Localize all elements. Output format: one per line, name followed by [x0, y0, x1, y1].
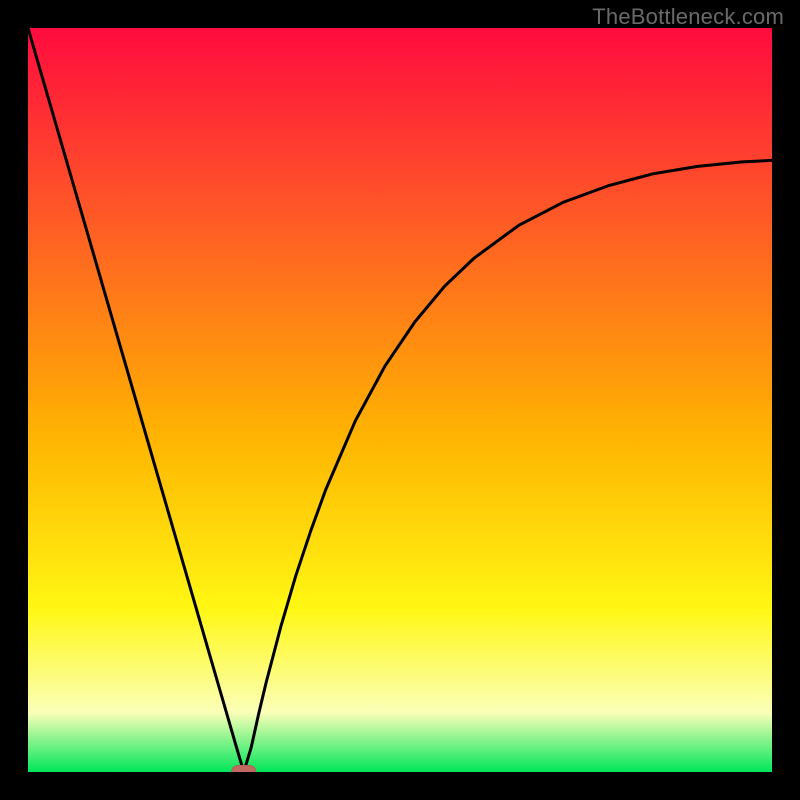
chart-frame: TheBottleneck.com — [0, 0, 800, 800]
minimum-marker — [232, 766, 256, 773]
bottleneck-chart — [28, 28, 772, 772]
gradient-background — [28, 28, 772, 772]
plot-area — [28, 28, 772, 772]
watermark-text: TheBottleneck.com — [592, 4, 784, 30]
